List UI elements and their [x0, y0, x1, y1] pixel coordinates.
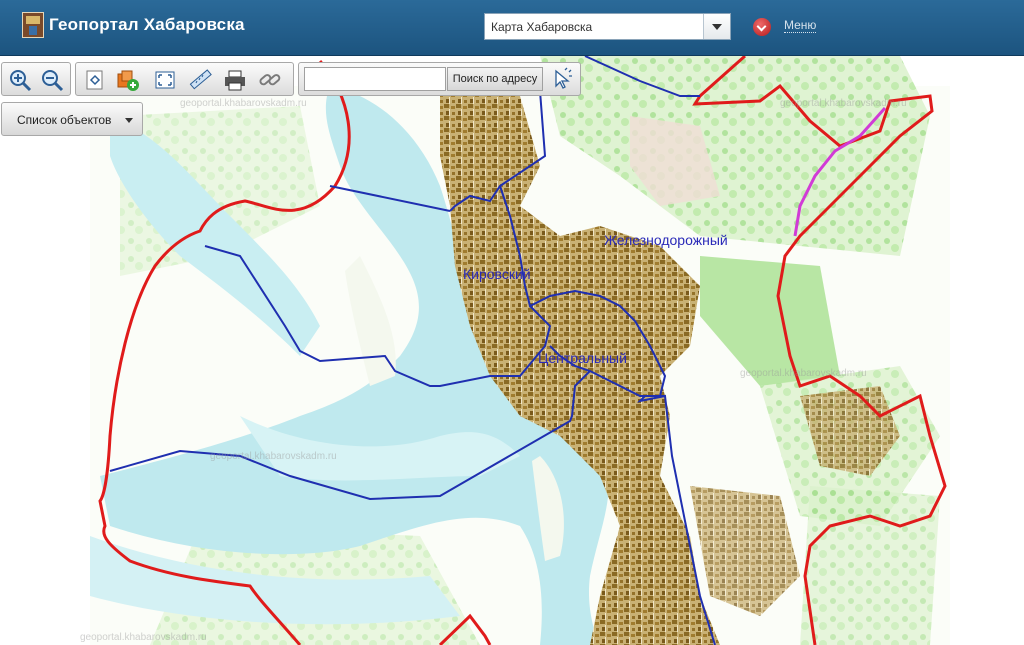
address-search-button[interactable]: Поиск по адресу	[447, 67, 543, 91]
map-tools-toolbar	[75, 62, 294, 96]
watermark: geoportal.khabarovskadm.ru	[210, 451, 337, 462]
fullscreen-icon[interactable]	[153, 68, 177, 92]
watermark: geoportal.khabarovskadm.ru	[740, 368, 867, 379]
greenery-area	[800, 486, 940, 645]
zoom-out-icon[interactable]	[40, 68, 64, 92]
watermark: geoportal.khabarovskadm.ru	[80, 632, 207, 643]
objects-list-label: Список объектов	[17, 113, 112, 127]
link-icon[interactable]	[258, 68, 282, 92]
zoom-in-icon[interactable]	[8, 68, 32, 92]
menu-link[interactable]: Меню	[784, 18, 817, 33]
app-title[interactable]: Геопортал Хабаровска	[49, 15, 245, 35]
full-extent-icon[interactable]	[83, 68, 107, 92]
watermark: geoportal.khabarovskadm.ru	[180, 98, 307, 109]
zoom-toolbar	[1, 62, 71, 96]
add-layer-icon[interactable]	[116, 68, 140, 92]
identify-cursor-icon[interactable]	[550, 67, 574, 91]
map-canvas[interactable]: Железнодорожный Кировский Центральный ge…	[0, 56, 1024, 645]
objects-list-button[interactable]: Список объектов	[1, 102, 143, 136]
watermark: geoportal.khabarovskadm.ru	[780, 98, 907, 109]
address-search-input[interactable]	[304, 67, 446, 91]
map-layer	[0, 56, 1024, 645]
chevron-down-icon[interactable]	[703, 14, 730, 39]
caret-down-icon	[125, 118, 133, 123]
menu-toggle-icon[interactable]	[753, 18, 771, 36]
district-label-zheleznodorozhny[interactable]: Железнодорожный	[604, 232, 728, 248]
app-header: Геопортал Хабаровска Карта Хабаровска Ме…	[0, 0, 1024, 56]
map-layer-select-value: Карта Хабаровска	[491, 20, 593, 34]
measure-ruler-icon[interactable]	[188, 68, 212, 92]
district-label-kirovsky[interactable]: Кировский	[463, 266, 531, 282]
district-label-centralny[interactable]: Центральный	[538, 350, 627, 366]
map-layer-select[interactable]: Карта Хабаровска	[484, 13, 731, 40]
city-emblem-icon[interactable]	[22, 12, 44, 38]
print-icon[interactable]	[223, 68, 247, 92]
